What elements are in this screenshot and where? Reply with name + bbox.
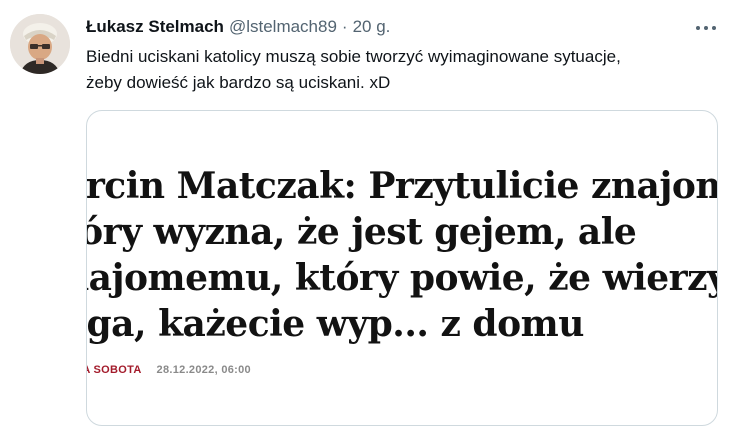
headline-line: arcin Matczak: Przytulicie znajomego — [86, 165, 717, 207]
tweet-header: Łukasz Stelmach @lstelmach89 · 20 g. — [86, 14, 660, 40]
article-date: 28.12.2022, 06:00 — [156, 364, 251, 376]
article-source: IA SOBOTA — [87, 364, 142, 376]
author-handle[interactable]: @lstelmach89 — [229, 17, 337, 37]
tweet-text-line: Biedni uciskani katolicy muszą sobie two… — [86, 47, 621, 66]
avatar-image — [10, 14, 70, 74]
separator-dot: · — [341, 17, 348, 36]
headline-line: najomemu, który powie, że wierzy w — [87, 257, 718, 299]
headline-line: oga, każecie wyp... z domu — [86, 303, 584, 345]
more-horizontal-icon — [696, 26, 700, 30]
headline-line: tóry wyzna, że jest gejem, ale — [86, 211, 637, 253]
article-meta: IA SOBOTA 28.12.2022, 06:00 — [87, 364, 251, 376]
tweet-timestamp[interactable]: 20 g. — [353, 17, 391, 37]
avatar[interactable] — [10, 14, 70, 74]
article-headline: arcin Matczak: Przytulicie znajomego tór… — [86, 163, 718, 347]
more-options-button[interactable] — [692, 18, 720, 38]
link-preview-card[interactable]: arcin Matczak: Przytulicie znajomego tór… — [86, 110, 718, 426]
tweet-text: Biedni uciskani katolicy muszą sobie two… — [86, 44, 726, 96]
tweet: Łukasz Stelmach @lstelmach89 · 20 g. Bie… — [0, 0, 740, 432]
more-horizontal-icon — [704, 26, 708, 30]
tweet-text-line: żeby dowieść jak bardzo są uciskani. xD — [86, 73, 391, 92]
more-horizontal-icon — [712, 26, 716, 30]
author-name[interactable]: Łukasz Stelmach — [86, 17, 224, 37]
